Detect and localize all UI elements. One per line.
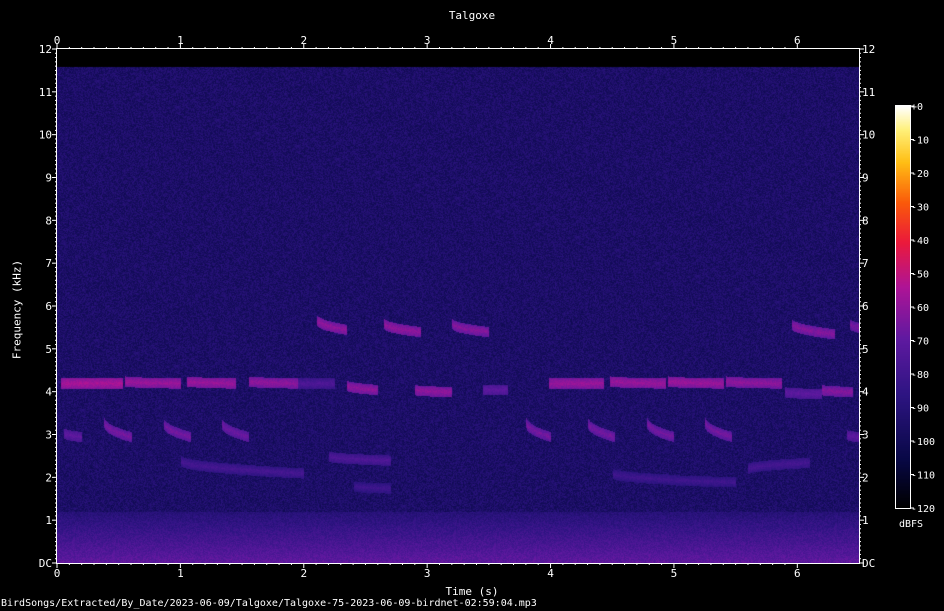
colorbar-tick-label: -90 [911, 404, 929, 415]
colorbar-unit-label: dBFS [899, 519, 924, 530]
spectrogram-heatmap [57, 49, 859, 563]
y-tick-label-left: 4 [45, 386, 52, 399]
colorbar-tick-label: -80 [911, 370, 929, 381]
y-tick-label-left: 8 [45, 214, 52, 227]
x-tick-label-bottom: 4 [547, 567, 554, 580]
y-tick-label-right: 10 [862, 129, 875, 142]
colorbar-tick-label: -50 [911, 270, 929, 281]
x-tick-label-bottom: 0 [54, 567, 61, 580]
y-tick-label-right: DC [862, 557, 875, 570]
y-tick-label-right: 4 [862, 386, 869, 399]
x-tick-label-bottom: 6 [794, 567, 801, 580]
y-tick-label-right: 11 [862, 86, 875, 99]
x-tick-label-top: 1 [177, 34, 184, 47]
y-tick-label-right: 6 [862, 300, 869, 313]
spectrogram-plot-area [57, 49, 859, 563]
y-axis-label: Frequency (kHz) [10, 259, 24, 360]
x-axis-label: Time (s) [445, 585, 499, 598]
y-tick-label-left: 9 [45, 172, 52, 185]
colorbar-tick-label: -110 [911, 471, 935, 482]
x-tick-label-bottom: 3 [424, 567, 431, 580]
y-tick-label-left: 12 [39, 43, 52, 56]
y-tick-label-left: 1 [45, 514, 52, 527]
y-tick-label-right: 12 [862, 43, 875, 56]
colorbar-tick-label: -120 [911, 504, 935, 515]
y-tick-label-right: 2 [862, 471, 869, 484]
y-tick-label-right: 7 [862, 257, 869, 270]
y-tick-label-left: 10 [39, 129, 52, 142]
colorbar-tick-label: -30 [911, 203, 929, 214]
colorbar-area [896, 106, 910, 508]
x-tick-label-bottom: 5 [671, 567, 678, 580]
x-tick-label-top: 3 [424, 34, 431, 47]
colorbar-tick-label: -20 [911, 169, 929, 180]
y-tick-label-left: 6 [45, 300, 52, 313]
colorbar-tick-label: -70 [911, 337, 929, 348]
file-path-footer: BirdSongs/Extracted/By_Date/2023-06-09/T… [1, 598, 537, 609]
colorbar-tick-label: -100 [911, 437, 935, 448]
spectrogram-chart: 00112233445566DC DC1 12 23 34 45 56 67 78 89 910 10… [0, 0, 944, 611]
x-tick-label-top: 6 [794, 34, 801, 47]
colorbar-tick-label: -40 [911, 236, 929, 247]
y-tick-label-left: 7 [45, 257, 52, 270]
y-tick-label-right: 1 [862, 514, 869, 527]
colorbar-tick-label: -60 [911, 303, 929, 314]
y-tick-label-left: 11 [39, 86, 52, 99]
y-tick-label-right: 3 [862, 429, 869, 442]
x-tick-label-top: 5 [671, 34, 678, 47]
y-tick-label-left: 2 [45, 471, 52, 484]
y-tick-label-left: 5 [45, 343, 52, 356]
colorbar-tick-label: +0 [911, 102, 923, 113]
x-tick-label-top: 4 [547, 34, 554, 47]
y-tick-label-right: 9 [862, 172, 869, 185]
x-tick-label-top: 2 [300, 34, 307, 47]
chart-title: Talgoxe [448, 9, 496, 22]
y-tick-label-right: 5 [862, 343, 869, 356]
x-tick-label-bottom: 2 [300, 567, 307, 580]
colorbar-gradient [896, 106, 910, 508]
x-tick-label-bottom: 1 [177, 567, 184, 580]
y-tick-label-left: 3 [45, 429, 52, 442]
y-tick-label-left: DC [39, 557, 52, 570]
colorbar-tick-label: -10 [911, 136, 929, 147]
x-tick-label-top: 0 [54, 34, 61, 47]
y-tick-label-right: 8 [862, 214, 869, 227]
